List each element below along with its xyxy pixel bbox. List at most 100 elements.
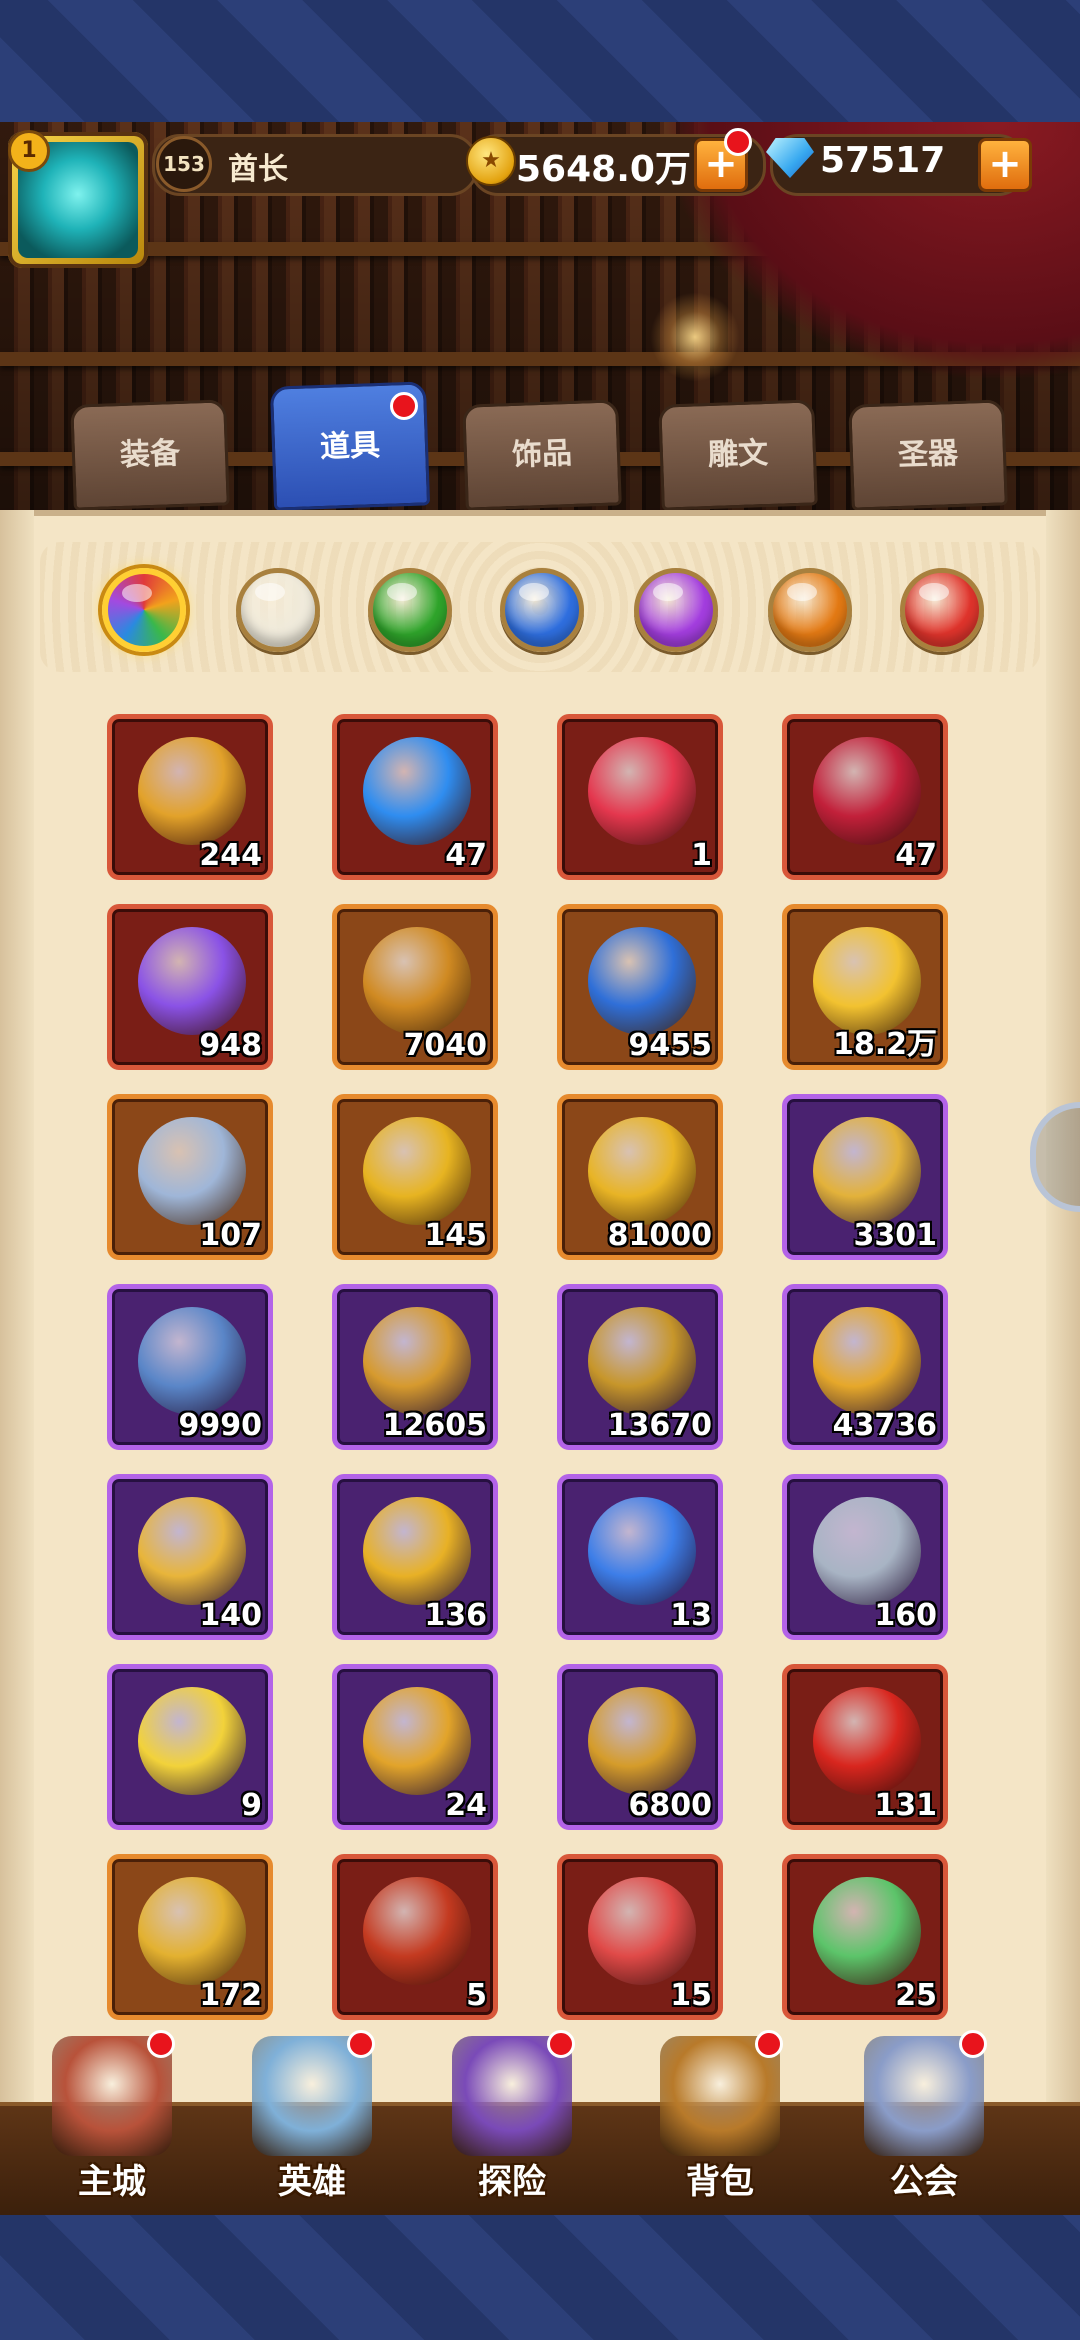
item-slot[interactable]: 9: [107, 1664, 273, 1830]
filter-all[interactable]: [102, 568, 186, 652]
item-count: 244: [199, 838, 262, 873]
item-count: 9990: [178, 1408, 263, 1443]
item-slot[interactable]: 13670: [557, 1284, 723, 1450]
filter-green[interactable]: [368, 568, 452, 652]
item-count: 948: [199, 1028, 262, 1063]
item-slot[interactable]: 160: [782, 1474, 948, 1640]
item-slot[interactable]: 136: [332, 1474, 498, 1640]
item-slot[interactable]: 244: [107, 714, 273, 880]
nav-label: 探险: [478, 2162, 546, 2202]
player-name: 酋长: [228, 152, 288, 187]
item-count: 81000: [607, 1218, 712, 1253]
item-count: 1: [691, 838, 712, 873]
winged-heart-icon: [363, 1307, 471, 1415]
item-count: 131: [874, 1788, 937, 1823]
item-slot[interactable]: 107: [107, 1094, 273, 1260]
filter-red[interactable]: [900, 568, 984, 652]
potion-bottle-icon: [138, 927, 246, 1035]
puzzle-piece-icon: [138, 1497, 246, 1605]
add-gems-button[interactable]: +: [978, 138, 1032, 192]
item-count: 5: [466, 1978, 487, 2013]
item-slot[interactable]: 9990: [107, 1284, 273, 1450]
item-count: 145: [424, 1218, 487, 1253]
item-slot[interactable]: 1: [557, 714, 723, 880]
top-bar: 1 153 酋长 ★ 5648.0万 + 57517 +: [0, 122, 1080, 268]
nav-notification-dot: [547, 2030, 575, 2058]
item-slot[interactable]: 172: [107, 1854, 273, 2020]
item-slot[interactable]: 18.2万: [782, 904, 948, 1070]
filter-purple[interactable]: [634, 568, 718, 652]
blue-egg-icon: [363, 737, 471, 845]
gold-helmet-icon: [588, 1687, 696, 1795]
item-slot[interactable]: 13: [557, 1474, 723, 1640]
item-count: 25: [895, 1978, 937, 2013]
item-slot[interactable]: 43736: [782, 1284, 948, 1450]
gem-amount: 57517: [820, 140, 946, 181]
green-pills-icon: [813, 1877, 921, 1985]
blue-crystal-icon: [588, 1497, 696, 1605]
item-slot[interactable]: 140: [107, 1474, 273, 1640]
item-count: 9455: [628, 1028, 713, 1063]
item-slot[interactable]: 7040: [332, 904, 498, 1070]
eagle-coin-icon: [138, 737, 246, 845]
device-frame-bottom: [0, 2215, 1080, 2340]
items-tab-notification-dot: [390, 392, 418, 420]
diamond-sun-badge-icon: [813, 1117, 921, 1225]
filter-orange[interactable]: [768, 568, 852, 652]
gold-coin-icon: [588, 1117, 696, 1225]
item-slot[interactable]: 5: [332, 1854, 498, 2020]
item-slot[interactable]: 3301: [782, 1094, 948, 1260]
bottom-navigation: 主城 英雄 探险 背包 公会: [0, 2030, 1080, 2215]
nav-label: 主城: [78, 2162, 146, 2202]
item-slot[interactable]: 131: [782, 1664, 948, 1830]
nav-label: 英雄: [278, 2162, 346, 2202]
silver-magnifier-icon: [813, 1497, 921, 1605]
item-slot[interactable]: 47: [782, 714, 948, 880]
item-slot[interactable]: 25: [782, 1854, 948, 2020]
red-bottle-icon: [588, 1877, 696, 1985]
device-frame-top: [0, 0, 1080, 122]
item-slot[interactable]: 24: [332, 1664, 498, 1830]
player-avatar[interactable]: 1: [8, 130, 148, 268]
game-screen: 1 153 酋长 ★ 5648.0万 + 57517 + 装备 道具 饰品 雕文…: [0, 122, 1080, 2215]
nav-notification-dot: [959, 2030, 987, 2058]
red-lips-icon: [813, 1687, 921, 1795]
item-slot[interactable]: 47: [332, 714, 498, 880]
item-count: 136: [424, 1598, 487, 1633]
blue-gem-key-icon: [588, 927, 696, 1035]
nav-hero[interactable]: 英雄: [227, 2030, 397, 2215]
item-count: 107: [199, 1218, 262, 1253]
item-count: 172: [199, 1978, 262, 2013]
gold-amount: 5648.0万: [516, 149, 691, 190]
purple-gem-shield-icon: [588, 1307, 696, 1415]
item-slot[interactable]: 12605: [332, 1284, 498, 1450]
hexagon-coin-icon: [363, 1687, 471, 1795]
item-slot[interactable]: 145: [332, 1094, 498, 1260]
red-crystal-cluster-icon: [813, 737, 921, 845]
yellow-crystal-icon: [138, 1687, 246, 1795]
tab-equipment[interactable]: 装备: [70, 399, 230, 511]
item-count: 7040: [403, 1028, 488, 1063]
item-count: 47: [895, 838, 937, 873]
nav-portal[interactable]: 探险: [427, 2030, 597, 2215]
filter-blue[interactable]: [500, 568, 584, 652]
item-slot[interactable]: 81000: [557, 1094, 723, 1260]
item-count: 13: [670, 1598, 712, 1633]
tab-glyphs[interactable]: 雕文: [658, 399, 818, 511]
nav-castle[interactable]: 主城: [27, 2030, 197, 2215]
nav-notification-dot: [755, 2030, 783, 2058]
nav-backpack[interactable]: 背包: [635, 2030, 805, 2215]
item-count: 140: [199, 1598, 262, 1633]
tab-artifacts[interactable]: 圣器: [848, 399, 1008, 511]
tab-accessories[interactable]: 饰品: [462, 399, 622, 511]
item-slot[interactable]: 9455: [557, 904, 723, 1070]
item-slot[interactable]: 15: [557, 1854, 723, 2020]
m-coin-icon: [363, 1497, 471, 1605]
nav-guild-tower[interactable]: 公会: [839, 2030, 1009, 2215]
item-slot[interactable]: 6800: [557, 1664, 723, 1830]
filter-white[interactable]: [236, 568, 320, 652]
magnifier-coin-icon: [363, 1117, 471, 1225]
avatar-rank-badge: 1: [8, 130, 50, 172]
item-count: 9: [241, 1788, 262, 1823]
item-slot[interactable]: 948: [107, 904, 273, 1070]
